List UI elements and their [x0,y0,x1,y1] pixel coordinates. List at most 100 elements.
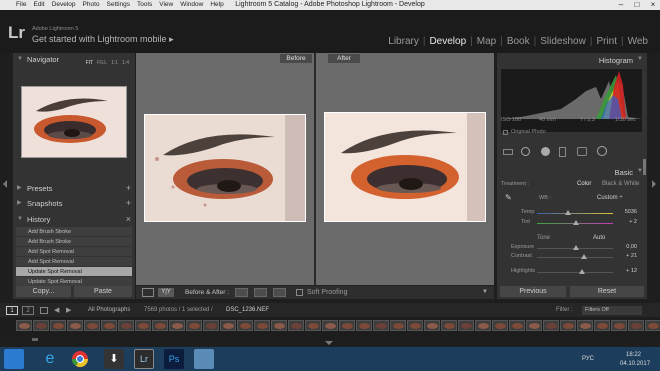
minimize-button[interactable]: – [614,0,628,10]
temp-value[interactable]: 5036 [613,209,637,215]
history-header[interactable]: ▼ History × [13,213,135,226]
history-item-selected[interactable]: Update Spot Removal [16,267,132,277]
module-print[interactable]: Print [592,36,621,47]
paste-button[interactable]: Paste [74,286,132,297]
contrast-value[interactable]: + 21 [613,253,637,259]
filmstrip-thumbnail[interactable] [118,320,134,331]
language-indicator[interactable]: РУС [582,356,594,362]
filmstrip-thumbnail[interactable] [339,320,355,331]
original-photo-checkbox[interactable] [503,130,508,135]
filmstrip-thumbnail[interactable] [509,320,525,331]
navigator-preview[interactable] [21,86,127,158]
highlights-slider[interactable] [537,272,613,273]
filmstrip-thumbnail[interactable] [152,320,168,331]
back-arrow-icon[interactable]: ◀ [54,306,59,314]
snapshots-header[interactable]: ▶ Snapshots + [13,197,135,210]
highlights-value[interactable]: + 12 [613,268,637,274]
module-library[interactable]: Library [384,36,423,47]
maximize-button[interactable]: □ [630,0,644,10]
filmstrip-thumbnail[interactable] [424,320,440,331]
windows-start-icon[interactable] [4,349,24,369]
menu-edit[interactable]: Edit [33,1,44,8]
filmstrip-thumbnail[interactable] [186,320,202,331]
chrome-icon[interactable] [70,349,90,369]
filmstrip-filename[interactable]: DSC_1236.NEF [226,307,269,313]
before-photo[interactable] [144,114,306,222]
module-map[interactable]: Map [473,36,500,47]
after-photo[interactable] [324,112,486,222]
explorer-window-icon[interactable] [194,349,214,369]
copy-button[interactable]: Copy... [16,286,71,297]
filmstrip-thumbnail[interactable] [475,320,491,331]
filmstrip-thumbnail[interactable] [169,320,185,331]
history-item[interactable]: Add Spot Removal [16,257,132,267]
add-preset-icon[interactable]: + [126,182,131,195]
soft-proofing-checkbox[interactable] [296,289,303,296]
collapse-left-panel-icon[interactable] [3,180,7,188]
filmstrip-thumbnail[interactable] [254,320,270,331]
filmstrip-thumbnail[interactable] [101,320,117,331]
filmstrip-thumbnail[interactable] [458,320,474,331]
filmstrip-thumbnail[interactable] [67,320,83,331]
adjustment-brush-icon[interactable] [597,146,607,156]
filmstrip-thumbnail[interactable] [645,320,660,331]
filmstrip-thumbnail[interactable] [135,320,151,331]
filmstrip-thumbnail[interactable] [16,320,32,331]
filmstrip-thumbnail[interactable] [322,320,338,331]
collapse-right-panel-icon[interactable] [652,180,656,188]
filmstrip-scrollbar[interactable] [32,338,38,341]
module-book[interactable]: Book [503,36,534,47]
white-balance-picker-icon[interactable]: ✎ [505,193,515,203]
zoom-1-4[interactable]: 1:4 [122,57,129,70]
internet-explorer-icon[interactable]: e [40,349,60,369]
filmstrip-thumbnail[interactable] [628,320,644,331]
filmstrip-thumbnail[interactable] [543,320,559,331]
tint-slider-thumb[interactable] [573,220,579,225]
menu-view[interactable]: View [159,1,173,8]
add-snapshot-icon[interactable]: + [126,197,131,210]
filmstrip-thumbnail[interactable] [50,320,66,331]
filmstrip-thumbnail[interactable] [305,320,321,331]
filmstrip-thumbnail[interactable] [237,320,253,331]
clock-date[interactable]: 04.10.2017 [620,361,650,367]
filmstrip-thumbnail[interactable] [203,320,219,331]
menu-tools[interactable]: Tools [137,1,152,8]
filmstrip-thumbnail[interactable] [526,320,542,331]
image-view[interactable]: Before After [136,53,494,285]
filmstrip-source[interactable]: All Photographs [88,307,130,313]
history-item[interactable]: Add Brush Stroke [16,237,132,247]
presets-header[interactable]: ▶ Presets + [13,182,135,195]
menu-photo[interactable]: Photo [83,1,100,8]
clock-time[interactable]: 18:22 [626,352,641,358]
filmstrip-thumbnail[interactable] [220,320,236,331]
filmstrip-thumbnail[interactable] [611,320,627,331]
module-slideshow[interactable]: Slideshow [536,36,590,47]
history-item[interactable]: Add Brush Stroke [16,227,132,237]
collapse-filmstrip-icon[interactable] [325,341,333,345]
basic-header[interactable]: Basic [615,168,633,177]
zoom-fit[interactable]: FIT [86,57,94,70]
graduated-filter-icon[interactable] [559,147,566,157]
right-panel-scrollbar[interactable] [643,159,646,175]
reset-button[interactable]: Reset [570,286,644,297]
filmstrip-thumbnail[interactable] [594,320,610,331]
filmstrip-thumbnail[interactable] [492,320,508,331]
module-web[interactable]: Web [624,36,652,47]
treatment-color[interactable]: Color [577,181,591,187]
filmstrip-thumbnail[interactable] [271,320,287,331]
module-develop[interactable]: Develop [425,36,470,47]
menu-window[interactable]: Window [180,1,203,8]
download-icon[interactable]: ⬇ [104,349,124,369]
history-item[interactable]: Add Spot Removal [16,247,132,257]
filmstrip-thumbnail[interactable] [407,320,423,331]
navigator-header[interactable]: ▼ Navigator FIT FILL 1:1 1:4 [13,53,135,66]
filmstrip-thumbnail[interactable] [390,320,406,331]
menu-develop[interactable]: Develop [52,1,76,8]
exposure-value[interactable]: 0,00 [613,244,637,250]
grid-view-icon[interactable] [40,307,48,314]
zoom-1-1[interactable]: 1:1 [111,57,118,70]
menu-file[interactable]: File [16,1,26,8]
copy-after-to-before-icon[interactable] [254,288,267,297]
menu-settings[interactable]: Settings [107,1,131,8]
red-eye-tool-icon[interactable] [541,147,550,156]
